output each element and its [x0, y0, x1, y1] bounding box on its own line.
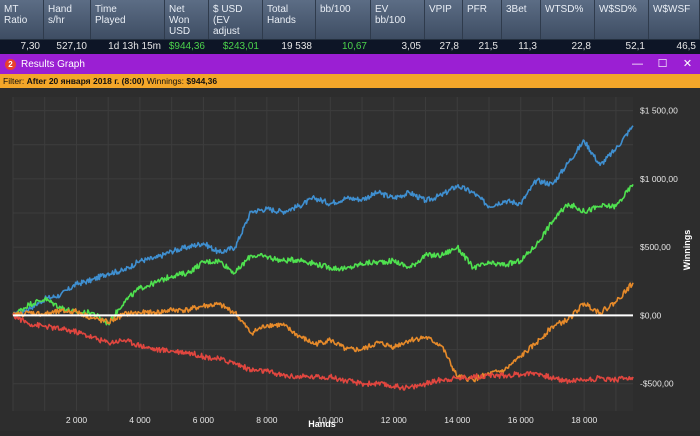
stats-cell: 21,5 [478, 41, 498, 52]
column-header[interactable]: EV bb/100 [371, 0, 425, 39]
x-tick-label: 14 000 [444, 415, 470, 425]
stats-cell: 7,30 [20, 41, 40, 52]
stats-cell: $944,36 [168, 41, 205, 52]
filter-bar[interactable]: Filter: After 20 января 2018 г. (8:00) W… [0, 74, 700, 88]
winnings-value: $944,36 [186, 76, 218, 86]
column-header[interactable]: VPIP [425, 0, 463, 39]
stats-cell: 46,5 [676, 41, 696, 52]
column-header[interactable]: W$WSF [649, 0, 700, 39]
x-tick-label: 12 000 [381, 415, 407, 425]
stats-cell: 3,05 [401, 41, 421, 52]
close-button[interactable]: ✕ [675, 54, 700, 74]
column-header[interactable]: MT Ratio [0, 0, 44, 39]
maximize-button[interactable]: ☐ [650, 54, 675, 74]
y-tick-label: $1 500,00 [640, 106, 678, 116]
stats-cell: 19 538 [281, 41, 312, 52]
column-header[interactable]: 3Bet [502, 0, 541, 39]
app-icon: 2 [5, 58, 16, 70]
stats-cell: 27,8 [439, 41, 459, 52]
x-tick-label: 4 000 [129, 415, 151, 425]
y-axis-title: Winnings [682, 230, 692, 270]
stats-cell: 1d 13h 15m [108, 41, 161, 52]
column-header[interactable]: $ USD (EV adjust [209, 0, 263, 39]
column-header[interactable]: Time Played [91, 0, 165, 39]
minimize-button[interactable]: — [625, 54, 650, 74]
stats-cell: 22,8 [571, 41, 591, 52]
x-tick-label: 6 000 [193, 415, 215, 425]
column-header[interactable]: bb/100 [316, 0, 371, 39]
y-tick-label: $1 000,00 [640, 174, 678, 184]
stats-cell: $243,01 [222, 41, 259, 52]
y-tick-label: -$500,00 [640, 379, 674, 389]
stats-table-header: MT Ratio Hand s/hr Time Played Net Won USD $… [0, 0, 700, 40]
window-title: Results Graph [21, 58, 85, 70]
stats-cell: 527,10 [56, 41, 87, 52]
filter-prefix: Filter: [3, 76, 27, 86]
x-tick-label: 2 000 [66, 415, 88, 425]
x-tick-label: 18 000 [571, 415, 597, 425]
column-header[interactable]: PFR [463, 0, 502, 39]
column-header[interactable]: W$SD% [595, 0, 649, 39]
column-header[interactable]: Net Won USD [165, 0, 209, 39]
y-tick-label: $0,00 [640, 310, 662, 320]
x-tick-label: 16 000 [508, 415, 534, 425]
stats-table-row[interactable]: 7,30 527,10 1d 13h 15m $944,36 $243,01 19 538… [0, 40, 700, 54]
x-tick-label: 8 000 [256, 415, 278, 425]
window-title-bar[interactable]: 2 Results Graph — ☐ ✕ [0, 54, 700, 74]
column-header[interactable]: WTSD% [541, 0, 595, 39]
column-header[interactable]: Total Hands [263, 0, 316, 39]
stats-cell: 52,1 [625, 41, 645, 52]
stats-cell: 11,3 [518, 41, 537, 52]
results-graph[interactable]: $1 500,00 $1 000,00 $500,00 $0,00 -$500,00 2 … [0, 88, 700, 431]
stats-cell: 10,67 [341, 41, 367, 52]
y-tick-label: $500,00 [640, 242, 671, 252]
filter-date-range: After 20 января 2018 г. (8:00) [26, 76, 145, 86]
winnings-label: Winnings: [144, 76, 187, 86]
x-axis-title: Hands [308, 419, 336, 429]
plot-area [13, 97, 633, 411]
column-header[interactable]: Hand s/hr [44, 0, 91, 39]
window-controls: — ☐ ✕ [625, 54, 700, 74]
results-chart: $1 500,00 $1 000,00 $500,00 $0,00 -$500,00 2 … [12, 97, 692, 429]
